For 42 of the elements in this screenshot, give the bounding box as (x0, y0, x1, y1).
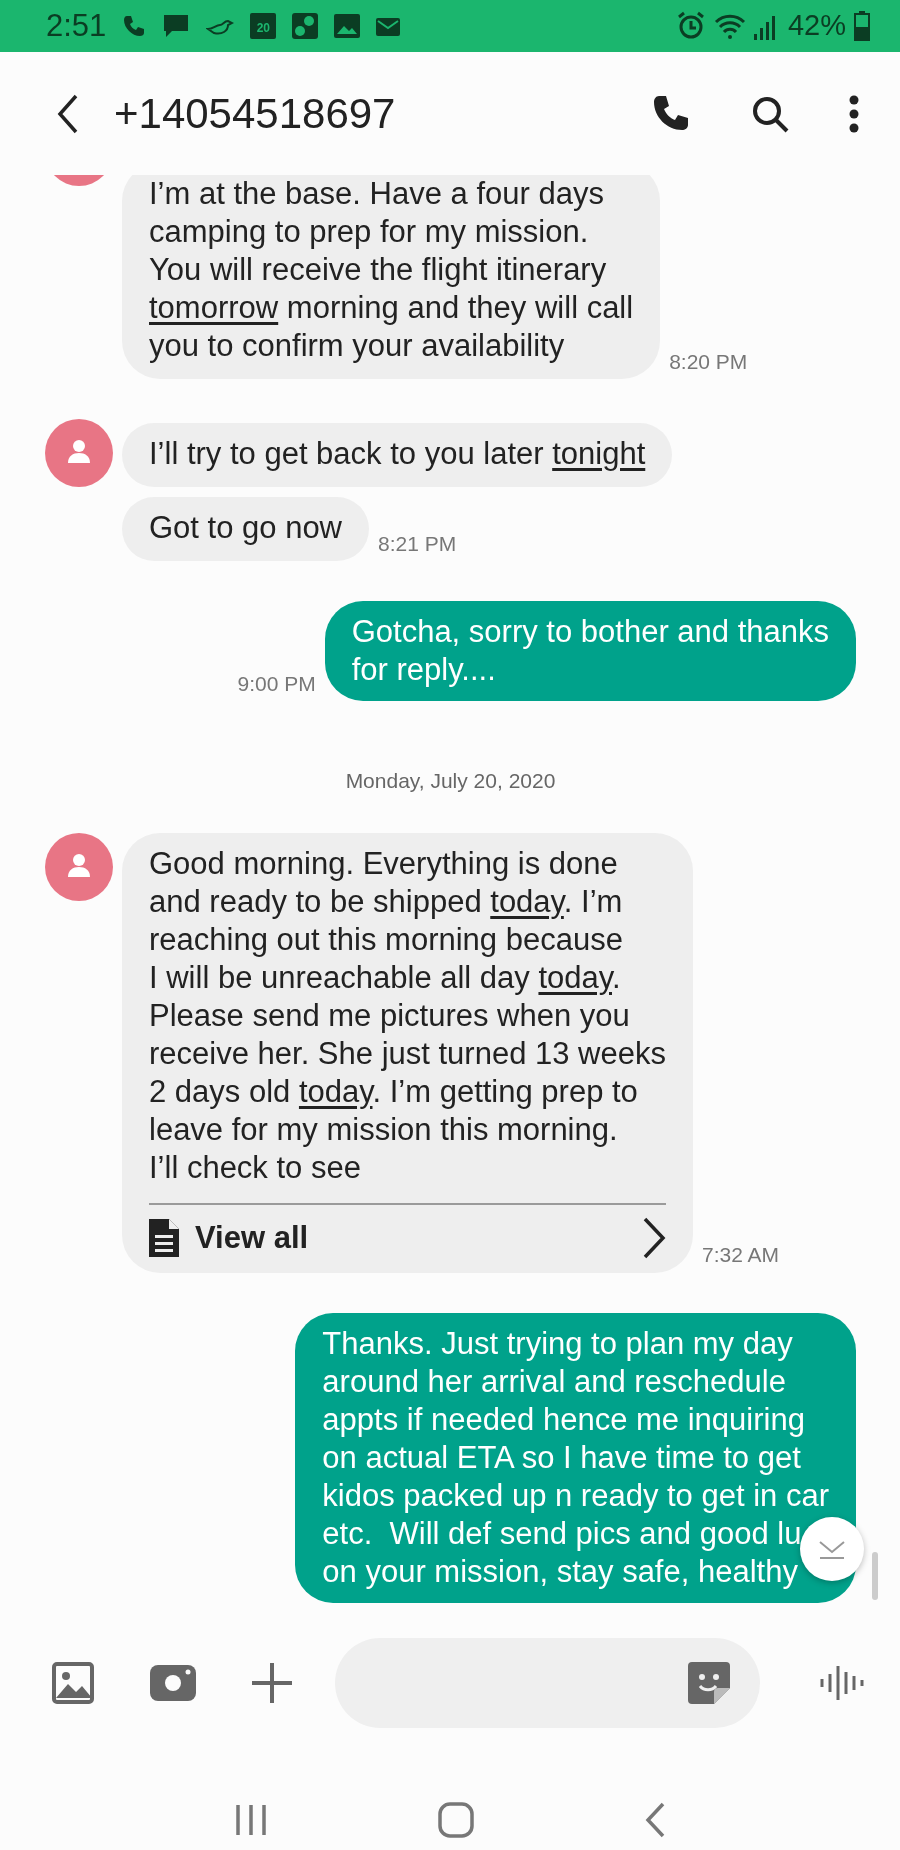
clock: 2:51 (46, 6, 107, 45)
sticker-icon[interactable] (688, 1661, 730, 1704)
document-icon (149, 1218, 179, 1257)
battery-percent: 42% (787, 8, 846, 44)
alarm-icon (675, 11, 706, 41)
camera-icon[interactable] (150, 1664, 196, 1701)
plus-icon[interactable] (252, 1662, 292, 1703)
date-link[interactable]: tomorrow (149, 290, 279, 325)
back-icon[interactable] (644, 1802, 666, 1838)
message-time: 9:00 PM (237, 670, 316, 697)
message-time: 8:20 PM (669, 348, 748, 375)
back-icon (56, 93, 80, 134)
message-time: 7:32 AM (701, 1242, 780, 1268)
date-link[interactable]: tonight (552, 436, 646, 471)
scrollbar (872, 1552, 878, 1600)
message-text: I’ll try to get back to you later tonight (149, 435, 646, 473)
date-separator: Monday, July 20, 2020 (344, 768, 557, 794)
image-icon (334, 14, 361, 38)
view-all-link[interactable]: View all (149, 1202, 666, 1259)
app-icon (292, 13, 319, 39)
date-link[interactable]: today (490, 883, 564, 919)
contact-number: +14054518697 (114, 89, 396, 139)
back-button[interactable] (56, 93, 80, 134)
chevron-right-icon (641, 1216, 666, 1259)
date-link[interactable]: today (298, 1073, 373, 1109)
message-text: Thanks. Just trying to plan my day around her arrival and reschedule appts if needed hence me inquiring on actual ETA so I have time to get kidos packed up n ready to get in car etc. Will def send pics and good lu on your mission, stay safe, healthy (322, 1324, 829, 1591)
message-text: Got to go now (149, 509, 342, 547)
calendar-icon: 20 (250, 13, 277, 39)
date-link[interactable]: today (538, 959, 612, 995)
message-text: Good morning. Everything is done and ready to be shipped today. I’m reaching out this morning because I will be unreachable all day today. Please send me pictures when you receive her. She just turned 13 weeks 2 days old today. I’m getting prep to leave for my mission this morning. I’ll check to see (149, 844, 666, 1187)
message-text: Gotcha, sorry to bother and thanks for reply.... (351, 613, 829, 689)
scroll-down-icon (818, 1538, 846, 1560)
wifi-icon (713, 12, 746, 40)
recent-apps-icon[interactable] (234, 1803, 268, 1837)
gallery-icon[interactable] (52, 1661, 94, 1704)
home-icon[interactable] (438, 1802, 474, 1838)
message-time: 8:21 PM (378, 530, 457, 557)
phone-icon (122, 14, 147, 38)
message-text: I’m at the base. Have a four days camping to prep for my mission. You will receive the flight itinerary tomorrow morning and they will call you to confirm your availability (149, 175, 634, 365)
battery-icon (854, 11, 870, 41)
more-icon[interactable] (848, 94, 860, 133)
message-icon (162, 13, 191, 39)
